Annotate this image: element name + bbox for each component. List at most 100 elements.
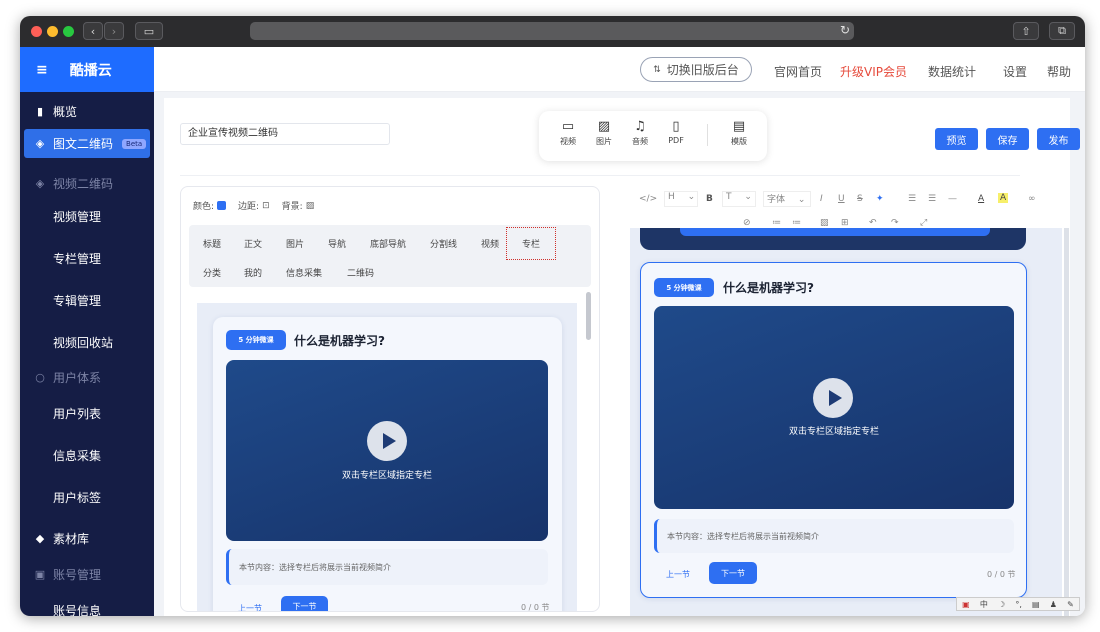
minimize-window-button[interactable] <box>47 26 58 37</box>
menu-icon[interactable]: ≡ <box>36 62 48 78</box>
redo-icon[interactable]: ↷ <box>891 218 899 228</box>
tool-audio[interactable]: ♫ 音频 <box>625 119 655 147</box>
ime-lang-toggle[interactable]: 中 <box>980 599 988 610</box>
next-section-button[interactable]: 下一节 <box>281 596 328 611</box>
insert-image-icon[interactable]: ▨ <box>820 218 829 228</box>
background-image-icon[interactable]: ▨ <box>306 201 315 211</box>
sidebar-item-video-manage[interactable]: 视频管理 <box>20 206 154 226</box>
link-upgrade-vip[interactable]: 升级VIP会员 <box>840 63 907 80</box>
input-method-bar[interactable]: ▣ 中 ☽ °, ▤ ♟ ✎ <box>956 597 1080 611</box>
sidebar-item-video-qrcode[interactable]: ◈ 视频二维码 <box>20 173 154 193</box>
comp-bottom-nav[interactable]: 底部导航 <box>370 237 406 250</box>
person-icon[interactable]: ♟ <box>1050 600 1057 609</box>
comp-nav[interactable]: 导航 <box>328 237 346 250</box>
reload-icon[interactable]: ↻ <box>840 23 850 37</box>
link-help[interactable]: 帮助 <box>1047 63 1071 80</box>
share-icon[interactable]: ⇧ <box>1013 22 1039 40</box>
undo-icon[interactable]: ↶ <box>869 218 877 228</box>
text-size-select[interactable]: T ⌄ <box>722 191 756 207</box>
bullet-list-icon[interactable]: ≔ <box>772 218 781 228</box>
prev-section-button[interactable]: 上一节 <box>666 569 690 580</box>
play-icon[interactable] <box>813 378 853 418</box>
font-select[interactable]: 字体 ⌄ <box>763 191 811 207</box>
section-count: 0 / 0 节 <box>987 570 1016 579</box>
table-icon[interactable]: ⊞ <box>841 218 849 228</box>
comp-video[interactable]: 视频 <box>481 237 499 250</box>
comp-divider[interactable]: 分割线 <box>430 237 457 250</box>
prev-section-button[interactable]: 上一节 <box>238 603 262 611</box>
column-card-preview[interactable]: 5 分钟微课 什么是机器学习? 双击专栏区域指定专栏 本节内容：选择专栏后将展示… <box>640 262 1027 598</box>
code-icon[interactable]: </> <box>639 194 657 204</box>
margin-icon[interactable]: ⊡ <box>262 201 270 211</box>
underline-icon[interactable]: U <box>838 194 845 204</box>
sidebar-item-user-tags[interactable]: 用户标签 <box>20 487 154 507</box>
title-input[interactable]: 企业宣传视频二维码 <box>180 123 390 145</box>
sidebar-item-account-info[interactable]: 账号信息 <box>20 600 154 617</box>
video-placeholder[interactable]: 双击专栏区域指定专栏 <box>226 360 548 541</box>
link-icon[interactable]: ∞ <box>1028 194 1036 204</box>
bar-chart-icon: ▮ <box>36 104 44 118</box>
tool-video[interactable]: ▭ 视频 <box>553 119 583 147</box>
comp-title[interactable]: 标题 <box>203 237 221 250</box>
link-settings[interactable]: 设置 <box>1003 63 1027 80</box>
sidebar-item-overview[interactable]: ▮ 概览 <box>20 101 154 121</box>
sidebar-item-recycle-bin[interactable]: 视频回收站 <box>20 332 154 352</box>
back-icon[interactable]: ‹ <box>83 22 103 40</box>
publish-button[interactable]: 发布 <box>1037 128 1080 150</box>
panel-scrollbar[interactable] <box>586 292 591 340</box>
play-icon[interactable] <box>367 421 407 461</box>
video-placeholder[interactable]: 双击专栏区域指定专栏 <box>654 306 1014 509</box>
align-left-icon[interactable]: ☰ <box>908 194 916 204</box>
sparkle-icon[interactable]: ✦ <box>876 194 884 204</box>
bold-icon[interactable]: B <box>706 194 713 204</box>
italic-icon[interactable]: I <box>820 194 823 204</box>
address-bar[interactable]: ↻ <box>250 22 854 40</box>
preview-scrollbar[interactable] <box>1064 228 1069 616</box>
keyboard-icon[interactable]: ▤ <box>1032 600 1040 609</box>
next-section-button[interactable]: 下一节 <box>709 562 757 584</box>
comp-qrcode[interactable]: 二维码 <box>347 266 374 279</box>
sidebar-item-info-collect[interactable]: 信息采集 <box>20 445 154 465</box>
comp-body[interactable]: 正文 <box>244 237 262 250</box>
color-swatch[interactable] <box>217 201 227 210</box>
link-statistics[interactable]: 数据统计 <box>928 63 976 80</box>
column-card[interactable]: 5 分钟微课 什么是机器学习? 双击专栏区域指定专栏 本节内容：选择专栏后将展示… <box>213 317 562 611</box>
moon-icon[interactable]: ☽ <box>998 600 1005 609</box>
strikethrough-icon[interactable]: S <box>857 194 863 204</box>
comp-info-collect[interactable]: 信息采集 <box>286 266 322 279</box>
heading-select[interactable]: H ⌄ <box>664 191 698 207</box>
duration-tag: 5 分钟微课 <box>654 278 714 297</box>
preview-button[interactable]: 预览 <box>935 128 978 150</box>
link-homepage[interactable]: 官网首页 <box>774 63 822 80</box>
save-button[interactable]: 保存 <box>986 128 1029 150</box>
fullscreen-icon[interactable]: ⤢ <box>920 218 927 228</box>
wrench-icon[interactable]: ✎ <box>1067 600 1074 609</box>
comp-column[interactable]: 专栏 <box>505 227 557 260</box>
close-window-button[interactable] <box>31 26 42 37</box>
comp-mine[interactable]: 我的 <box>244 266 262 279</box>
numbered-list-icon[interactable]: ≔ <box>792 218 801 228</box>
font-color-icon[interactable]: A <box>978 194 984 204</box>
sidebar-item-graphic-qrcode[interactable]: ◈ 图文二维码 Beta <box>24 129 150 158</box>
switch-old-admin-button[interactable]: ⇅ 切换旧版后台 <box>640 57 752 82</box>
sidebar-toggle-icon[interactable]: ▭ <box>135 22 163 40</box>
tool-pdf[interactable]: ▯ PDF <box>661 119 691 145</box>
sidebar-item-material[interactable]: ◆ 素材库 <box>20 528 154 548</box>
comp-category[interactable]: 分类 <box>203 266 221 279</box>
tool-image[interactable]: ▨ 图片 <box>589 119 619 147</box>
punctuation-icon[interactable]: °, <box>1015 600 1022 609</box>
unlink-icon[interactable]: ⊘ <box>743 218 751 228</box>
tool-template[interactable]: ▤ 模版 <box>724 119 754 147</box>
highlight-icon[interactable]: A <box>998 193 1009 203</box>
zoom-window-button[interactable] <box>63 26 74 37</box>
sidebar-item-user-system[interactable]: ○ 用户体系 <box>20 367 154 387</box>
tabs-overview-icon[interactable]: ⧉ <box>1049 22 1075 40</box>
sidebar-item-album-manage[interactable]: 专辑管理 <box>20 290 154 310</box>
sidebar-item-user-list[interactable]: 用户列表 <box>20 403 154 423</box>
sidebar-item-column-manage[interactable]: 专栏管理 <box>20 248 154 268</box>
align-center-icon[interactable]: ☰ <box>928 194 936 204</box>
horizontal-rule-icon[interactable]: — <box>948 194 957 204</box>
sidebar-item-account-manage[interactable]: ▣ 账号管理 <box>20 564 154 584</box>
forward-icon[interactable]: › <box>104 22 124 40</box>
comp-image[interactable]: 图片 <box>286 237 304 250</box>
